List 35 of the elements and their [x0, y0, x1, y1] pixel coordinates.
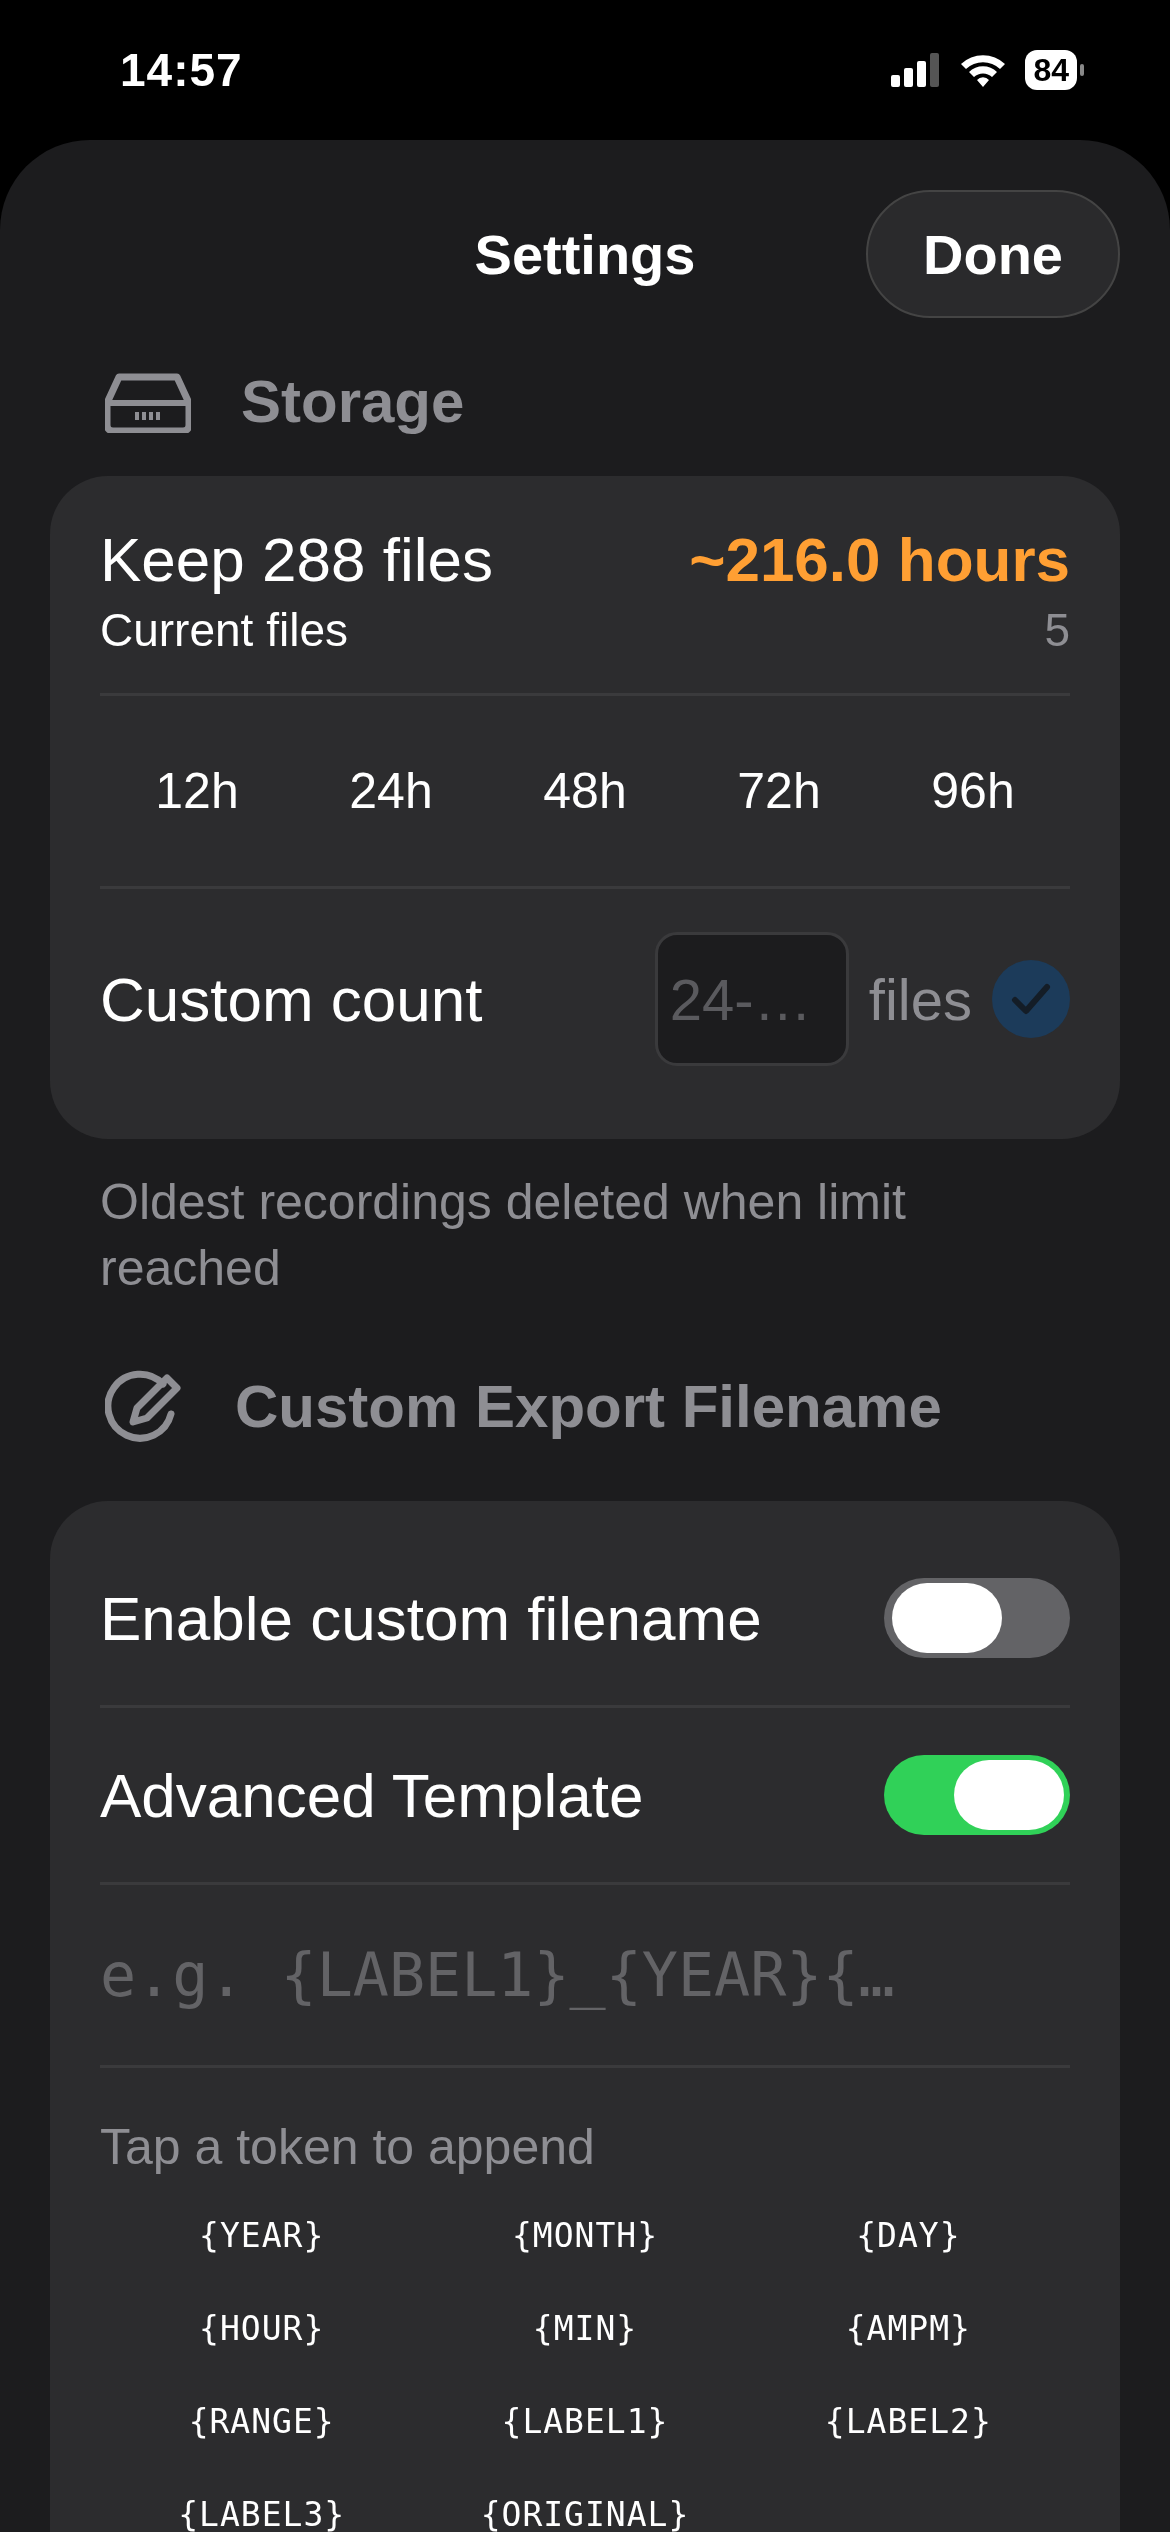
duration-value: ~216.0 hours [689, 524, 1070, 595]
section-title: Custom Export Filename [235, 1371, 942, 1441]
keep-files-label: Keep 288 files [100, 524, 493, 595]
current-files-value: 5 [1044, 603, 1070, 657]
toggle-label: Enable custom filename [100, 1582, 762, 1654]
done-button[interactable]: Done [866, 190, 1120, 318]
wifi-icon [959, 52, 1008, 88]
token-button[interactable]: {ORIGINAL} [470, 2475, 700, 2532]
status-time: 14:57 [120, 43, 243, 97]
signal-icon [891, 53, 942, 87]
storage-footnote: Oldest recordings deleted when limit reached [99, 1173, 907, 1298]
token-button[interactable]: {MONTH} [501, 2196, 669, 2275]
files-unit-label: files [868, 965, 972, 1033]
token-button[interactable]: {DAY} [846, 2196, 971, 2275]
token-button[interactable]: {LABEL1} [491, 2382, 679, 2461]
preset-button[interactable]: 24h [329, 752, 453, 830]
token-button[interactable]: {MIN} [522, 2289, 648, 2368]
preset-button[interactable]: 96h [911, 752, 1035, 830]
toggle-label: Advanced Template [100, 1759, 644, 1831]
preset-button[interactable]: 72h [717, 752, 841, 830]
custom-count-label: Custom count [100, 963, 483, 1035]
token-button[interactable]: {LABEL2} [814, 2382, 1002, 2461]
current-files-label: Current files [100, 603, 348, 657]
checkmark-icon [1011, 982, 1051, 1016]
token-button[interactable]: {LABEL3} [168, 2475, 356, 2532]
preset-button[interactable]: 12h [135, 752, 259, 830]
preset-button[interactable]: 48h [523, 752, 647, 830]
section-title: Storage [241, 366, 465, 436]
tokens-hint: Tap a token to append [100, 2118, 596, 2177]
token-button[interactable]: {YEAR} [189, 2196, 335, 2275]
sheet-title: Settings [474, 221, 696, 287]
token-button[interactable]: {AMPM} [835, 2289, 981, 2368]
token-button[interactable]: {HOUR} [189, 2289, 335, 2368]
count-input-field[interactable]: 24-… [654, 932, 849, 1066]
token-button[interactable]: {RANGE} [178, 2382, 345, 2461]
